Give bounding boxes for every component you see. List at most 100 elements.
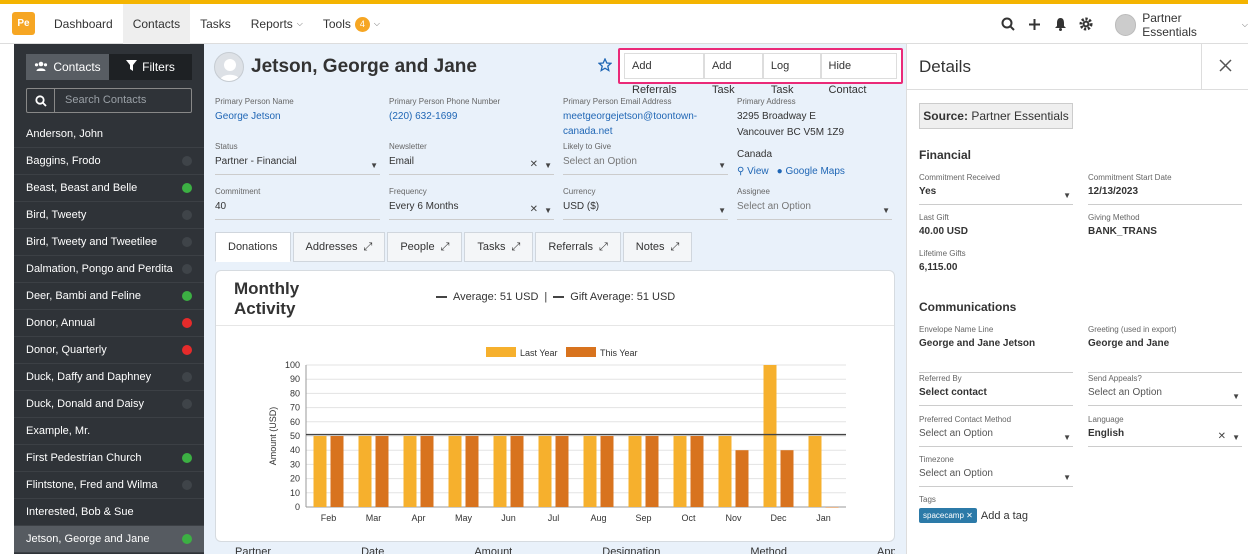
plus-icon[interactable] xyxy=(1024,14,1044,34)
contact-list-item[interactable]: Donor, Quarterly xyxy=(14,337,204,364)
nav-contacts[interactable]: Contacts xyxy=(122,4,191,44)
primary-phone-link[interactable]: (220) 632-1699 xyxy=(389,111,549,122)
frequency-select[interactable]: Every 6 Months ✕ ▼ xyxy=(389,201,554,220)
source-button[interactable]: Source: Partner Essentials xyxy=(919,103,1073,129)
contact-list-item-name: Deer, Bambi and Feline xyxy=(26,290,141,302)
contact-method-select[interactable]: Select an Option ▼ xyxy=(919,428,1073,447)
bell-icon[interactable] xyxy=(1050,14,1070,34)
clear-icon[interactable]: ✕ xyxy=(530,159,538,170)
timezone-field: Timezone Select an Option ▼ xyxy=(919,455,1073,487)
primary-person-name-link[interactable]: George Jetson xyxy=(215,111,375,122)
nav-reports[interactable]: Reports ⌵ xyxy=(241,4,313,44)
google-maps-link[interactable]: ● Google Maps xyxy=(777,166,845,177)
search-contacts-input[interactable]: Search Contacts xyxy=(26,88,192,113)
tags-input[interactable]: spacecamp ✕ Add a tag xyxy=(919,508,1239,523)
contact-tabs: Donations Addresses ⤢ People ⤢ Tasks ⤢ Refe… xyxy=(215,232,693,262)
expand-icon[interactable]: ⤢ xyxy=(671,241,680,254)
y-tick-label: 100 xyxy=(285,360,300,370)
expand-icon[interactable]: ⤢ xyxy=(364,241,373,254)
chevron-down-icon: ⌵ xyxy=(296,19,303,28)
contact-list-item[interactable]: Flintstone, Fred and Wilma xyxy=(14,472,204,499)
contact-list-item[interactable]: Example, Mr. xyxy=(14,418,204,445)
lifetime-gifts-label: Lifetime Gifts xyxy=(919,249,966,258)
contact-list-item[interactable]: Interested, Bob & Sue xyxy=(14,499,204,526)
primary-email-link-line2[interactable]: canada.net xyxy=(563,126,723,137)
status-dot xyxy=(182,156,192,166)
tab-people[interactable]: People ⤢ xyxy=(387,232,463,262)
contact-list-item[interactable]: Jetson, George and Jane xyxy=(14,526,204,553)
col-appeal: Appeal xyxy=(877,546,895,554)
contact-list-item[interactable]: Duck, Donald and Daisy xyxy=(14,391,204,418)
chevron-down-icon: ▼ xyxy=(1063,433,1071,442)
monthly-activity-title: Monthly Activity xyxy=(234,279,300,318)
clear-icon[interactable]: ✕ xyxy=(530,204,538,215)
sidebar-tab-contacts[interactable]: Contacts xyxy=(26,54,109,80)
x-tick-label: Aug xyxy=(590,513,606,523)
primary-email-link-line1[interactable]: meetgeorgejetson@toontown- xyxy=(563,111,723,122)
likely-to-give-select[interactable]: Select an Option ▼ xyxy=(563,156,728,175)
nav-tools[interactable]: Tools 4 ⌵ xyxy=(313,4,390,44)
nav-tasks[interactable]: Tasks xyxy=(190,4,241,44)
expand-icon[interactable]: ⤢ xyxy=(512,241,521,254)
user-name: Partner Essentials xyxy=(1142,11,1197,39)
app-logo[interactable]: Pe xyxy=(12,12,35,35)
x-tick-label: Sep xyxy=(635,513,651,523)
contact-list-item[interactable]: Anderson, John xyxy=(14,121,204,148)
nav-dashboard[interactable]: Dashboard xyxy=(44,4,123,44)
tab-donations[interactable]: Donations xyxy=(215,232,291,262)
expand-icon[interactable]: ⤢ xyxy=(599,241,608,254)
tab-tasks[interactable]: Tasks ⤢ xyxy=(464,232,534,262)
tab-addresses[interactable]: Addresses ⤢ xyxy=(292,232,386,262)
referred-by-select[interactable]: Select contact xyxy=(919,387,1073,406)
contact-list-item[interactable]: Duck, Daffy and Daphney xyxy=(14,364,204,391)
currency-select[interactable]: USD ($) ▼ xyxy=(563,201,728,220)
clear-icon[interactable]: ✕ xyxy=(1218,431,1226,442)
contact-list-item[interactable]: Deer, Bambi and Feline xyxy=(14,283,204,310)
contact-list-item[interactable]: Dalmation, Pongo and Perdita xyxy=(14,256,204,283)
timezone-select[interactable]: Select an Option ▼ xyxy=(919,468,1073,487)
gear-icon[interactable] xyxy=(1076,14,1096,34)
search-contacts-placeholder: Search Contacts xyxy=(65,94,147,106)
contact-list-item[interactable]: Bird, Tweety and Tweetilee xyxy=(14,229,204,256)
contact-list: Anderson, John Baggins, Frodo Beast, Beast… xyxy=(14,121,204,553)
language-select[interactable]: English ✕ ▼ xyxy=(1088,428,1242,447)
user-menu[interactable]: Partner Essentials ⌵ xyxy=(1115,11,1248,39)
search-icon[interactable] xyxy=(998,14,1018,34)
greeting-input[interactable]: George and Jane xyxy=(1088,338,1242,373)
users-icon xyxy=(34,60,48,74)
donations-table-header: Partner Name Date Amount Designation Met… xyxy=(215,546,895,554)
contact-list-item[interactable]: Baggins, Frodo xyxy=(14,148,204,175)
status-select[interactable]: Partner - Financial ▼ xyxy=(215,156,380,175)
contact-list-item[interactable]: Bird, Tweety xyxy=(14,202,204,229)
add-task-button[interactable]: Add Task xyxy=(703,53,763,96)
view-address-link[interactable]: ⚲ View xyxy=(737,166,769,177)
remove-tag-icon[interactable]: ✕ xyxy=(966,511,973,520)
commitment-received-select[interactable]: Yes ▼ xyxy=(919,186,1073,205)
tab-notes[interactable]: Notes ⤢ xyxy=(622,232,693,262)
contact-main-panel: Jetson, George and Jane Add Referrals Ad… xyxy=(204,44,906,554)
hide-contact-button[interactable]: Hide Contact xyxy=(820,53,897,96)
contact-list-item[interactable]: First Pedestrian Church xyxy=(14,445,204,472)
expand-icon[interactable]: ⤢ xyxy=(441,241,450,254)
assignee-select[interactable]: Select an Option ▼ xyxy=(737,201,892,220)
x-tick-label: Dec xyxy=(770,513,787,523)
primary-email-label: Primary Person Email Address xyxy=(563,97,672,106)
send-appeals-select[interactable]: Select an Option ▼ xyxy=(1088,387,1242,406)
commitment-start-input[interactable]: 12/13/2023 xyxy=(1088,186,1242,205)
star-icon[interactable] xyxy=(597,57,613,72)
newsletter-select[interactable]: Email ✕ ▼ xyxy=(389,156,554,175)
envelope-name-input[interactable]: George and Jane Jetson xyxy=(919,338,1073,373)
contact-list-item-name: Donor, Quarterly xyxy=(26,344,107,356)
tab-referrals[interactable]: Referrals ⤢ xyxy=(535,232,621,262)
commitment-input[interactable]: 40 xyxy=(215,201,380,220)
log-task-button[interactable]: Log Task xyxy=(762,53,821,96)
contact-list-item[interactable]: Beast, Beast and Belle xyxy=(14,175,204,202)
source-label: Source: xyxy=(923,109,968,123)
likely-to-give-value: Select an Option xyxy=(563,156,637,167)
assignee-label: Assignee xyxy=(737,187,770,196)
x-tick-label: Nov xyxy=(725,513,742,523)
close-details-button[interactable] xyxy=(1201,44,1248,89)
add-referrals-button[interactable]: Add Referrals xyxy=(624,53,704,96)
contact-list-item[interactable]: Donor, Annual xyxy=(14,310,204,337)
sidebar-tab-filters[interactable]: Filters xyxy=(109,54,192,80)
